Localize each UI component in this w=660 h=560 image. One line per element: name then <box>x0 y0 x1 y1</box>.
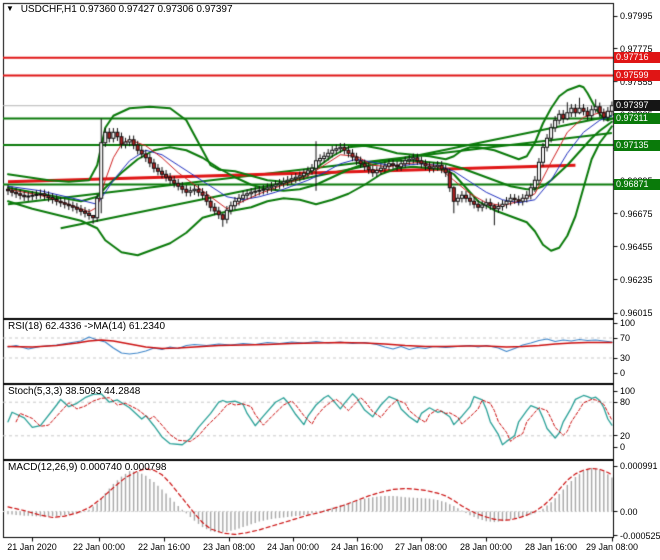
stoch-scale-tick: 20 <box>620 430 631 441</box>
rsi-scale-tick: 30 <box>620 353 631 363</box>
time-axis-label: 27 Jan 08:00 <box>394 542 448 552</box>
macd-scale-tick: 0.000991 <box>620 461 658 471</box>
support-level-badge: 0.97135 <box>614 139 660 151</box>
chart-plot-area[interactable] <box>0 0 660 560</box>
time-axis-label: 24 Jan 16:00 <box>330 542 384 552</box>
macd-panel-title: MACD(12,26,9) 0.000740 0.000798 <box>8 462 167 473</box>
rsi-scale-tick: 70 <box>620 333 631 343</box>
stoch-scale-tick: 0 <box>620 442 626 452</box>
price-axis-tick: 0.96455 <box>620 242 653 252</box>
symbol-period-label: USDCHF,H1 <box>20 4 77 15</box>
current-price-badge: 0.97397 <box>614 100 660 112</box>
support-level-badge: 0.97311 <box>614 113 660 125</box>
macd-scale-tick: -0.000525 <box>620 530 660 541</box>
time-axis-label: 23 Jan 08:00 <box>202 542 256 552</box>
time-axis-label: 22 Jan 00:00 <box>72 542 126 552</box>
rsi-scale-tick: 0 <box>620 368 626 378</box>
price-axis-tick: 0.97995 <box>620 11 653 21</box>
price-axis-tick: 0.96675 <box>620 209 653 219</box>
time-axis-label: 22 Jan 16:00 <box>137 542 191 552</box>
stoch-panel-title: Stoch(5,3,3) 38.5093 44.2848 <box>8 386 141 397</box>
rsi-scale-tick: 100 <box>620 318 636 328</box>
ohlc-values: 0.97360 0.97427 0.97306 0.97397 <box>79 4 233 15</box>
stoch-scale-tick: 80 <box>620 397 631 408</box>
time-axis-label: 28 Jan 16:00 <box>524 542 578 552</box>
support-level-badge: 0.96871 <box>614 179 660 191</box>
resistance-level-badge: 0.97716 <box>614 52 660 64</box>
trading-chart-window: ▼ USDCHF,H1 0.97360 0.97427 0.97306 0.97… <box>0 0 660 560</box>
chart-title: ▼ USDCHF,H1 0.97360 0.97427 0.97306 0.97… <box>6 4 233 15</box>
time-axis-label: 24 Jan 00:00 <box>266 542 320 552</box>
resistance-level-badge: 0.97599 <box>614 69 660 81</box>
price-axis-tick: 0.96235 <box>620 275 653 285</box>
macd-scale-tick: 0.00 <box>620 506 638 517</box>
time-axis-label: 28 Jan 00:00 <box>459 542 513 552</box>
rsi-panel-title: RSI(18) 62.4336 ->MA(14) 61.2340 <box>8 321 166 332</box>
time-axis-label: 29 Jan 08:00 <box>585 542 639 552</box>
stoch-scale-tick: 100 <box>620 386 636 396</box>
symbol-dropdown-icon[interactable]: ▼ <box>6 4 14 13</box>
time-axis-label: 21 Jan 2020 <box>7 542 57 552</box>
